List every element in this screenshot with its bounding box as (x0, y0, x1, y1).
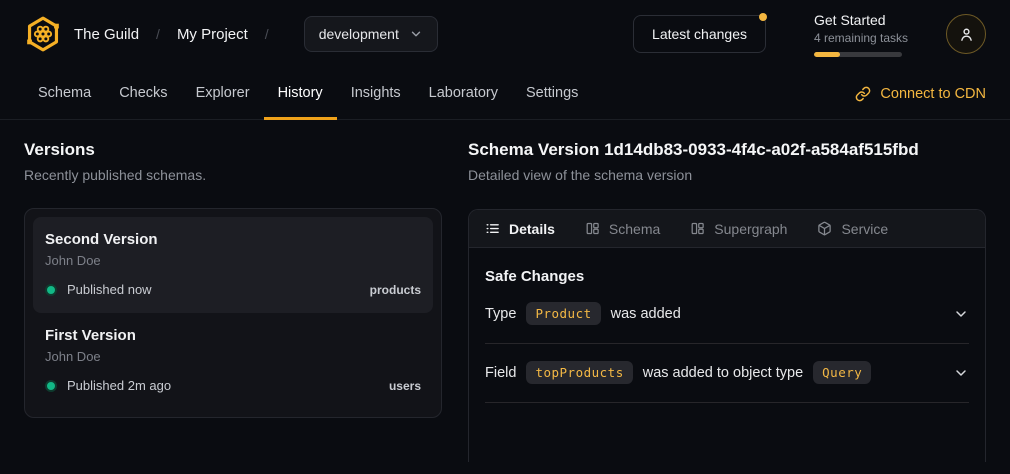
detail-tab-label: Supergraph (714, 221, 787, 237)
link-icon (855, 86, 871, 102)
columns-icon (690, 221, 705, 236)
get-started-progress-fill (814, 52, 840, 57)
connect-to-cdn-label: Connect to CDN (880, 86, 986, 102)
version-status-row: Published 2m ago users (45, 378, 421, 393)
versions-card: Second Version John Doe Published now pr… (24, 208, 442, 418)
version-status-row: Published now products (45, 282, 421, 297)
tab-explorer[interactable]: Explorer (182, 68, 264, 120)
chevron-down-icon (409, 27, 423, 41)
schema-version-title: Schema Version 1d14db83-0933-4f4c-a02f-a… (468, 140, 986, 160)
app-window: The Guild / My Project / development Lat… (0, 0, 1010, 474)
change-row[interactable]: Field topProducts was added to object ty… (485, 344, 969, 403)
versions-subtitle: Recently published schemas. (24, 167, 442, 183)
hive-logo-icon[interactable] (24, 15, 62, 53)
versions-title: Versions (24, 140, 442, 160)
environment-selector-value: development (319, 26, 399, 42)
tab-laboratory[interactable]: Laboratory (415, 68, 512, 120)
change-code-badge: Product (526, 302, 600, 325)
user-icon (958, 26, 975, 43)
safe-changes-title: Safe Changes (485, 268, 969, 285)
tab-history[interactable]: History (264, 68, 337, 120)
connect-to-cdn-link[interactable]: Connect to CDN (855, 68, 986, 119)
get-started-subtitle: 4 remaining tasks (814, 31, 906, 45)
version-author: John Doe (45, 253, 421, 268)
get-started-progress-track (814, 52, 902, 57)
detail-tab-label: Service (841, 221, 888, 237)
main-nav: Schema Checks Explorer History Insights … (0, 68, 1010, 120)
version-name: Second Version (45, 231, 421, 248)
latest-changes-button[interactable]: Latest changes (633, 15, 766, 53)
version-name: First Version (45, 327, 421, 344)
nav-tabs: Schema Checks Explorer History Insights … (24, 68, 592, 119)
detail-body: Safe Changes Type Product was added Fiel… (469, 268, 985, 403)
change-code-badge: topProducts (526, 361, 632, 384)
detail-tab-supergraph[interactable]: Supergraph (690, 221, 787, 237)
change-row[interactable]: Type Product was added (485, 285, 969, 344)
expand-chevron-icon[interactable] (953, 365, 969, 381)
detail-tab-label: Details (509, 221, 555, 237)
detail-tab-label: Schema (609, 221, 660, 237)
version-list-item[interactable]: Second Version John Doe Published now pr… (33, 217, 433, 313)
version-service-name: users (389, 379, 421, 393)
tab-checks[interactable]: Checks (105, 68, 181, 120)
change-text: Field (485, 365, 516, 381)
get-started-widget[interactable]: Get Started 4 remaining tasks (814, 12, 906, 57)
list-icon (485, 221, 500, 236)
version-author: John Doe (45, 349, 421, 364)
cube-icon (817, 221, 832, 236)
breadcrumb-separator: / (156, 26, 160, 42)
expand-chevron-icon[interactable] (953, 306, 969, 322)
schema-version-detail-card: Details Schema (468, 209, 986, 462)
top-header: The Guild / My Project / development Lat… (0, 0, 1010, 68)
breadcrumb-org[interactable]: The Guild (74, 26, 139, 43)
user-avatar[interactable] (946, 14, 986, 54)
published-status-dot (45, 380, 57, 392)
change-code-badge: Query (813, 361, 871, 384)
tab-settings[interactable]: Settings (512, 68, 592, 120)
detail-tabbar: Details Schema (469, 210, 985, 248)
version-service-name: products (370, 283, 421, 297)
version-published-text: Published now (67, 282, 152, 297)
tab-schema[interactable]: Schema (24, 68, 105, 120)
versions-panel: Versions Recently published schemas. Sec… (24, 140, 442, 462)
version-list-item[interactable]: First Version John Doe Published 2m ago … (33, 313, 433, 409)
columns-icon (585, 221, 600, 236)
environment-selector[interactable]: development (304, 16, 438, 52)
latest-changes-label: Latest changes (652, 26, 747, 42)
published-status-dot (45, 284, 57, 296)
change-text: Type (485, 306, 516, 322)
main-content: Versions Recently published schemas. Sec… (0, 120, 1010, 462)
detail-tab-schema[interactable]: Schema (585, 221, 660, 237)
detail-tab-service[interactable]: Service (817, 221, 888, 237)
change-text: was added to object type (643, 365, 803, 381)
schema-version-panel: Schema Version 1d14db83-0933-4f4c-a02f-a… (468, 140, 986, 462)
notification-dot (759, 13, 767, 21)
change-text: was added (611, 306, 681, 322)
detail-tab-details[interactable]: Details (485, 221, 555, 237)
tab-insights[interactable]: Insights (337, 68, 415, 120)
version-published-text: Published 2m ago (67, 378, 171, 393)
breadcrumb: The Guild / My Project / (74, 26, 286, 43)
breadcrumb-project[interactable]: My Project (177, 26, 248, 43)
breadcrumb-separator: / (265, 26, 269, 42)
schema-version-subtitle: Detailed view of the schema version (468, 167, 986, 183)
get-started-title: Get Started (814, 12, 906, 28)
